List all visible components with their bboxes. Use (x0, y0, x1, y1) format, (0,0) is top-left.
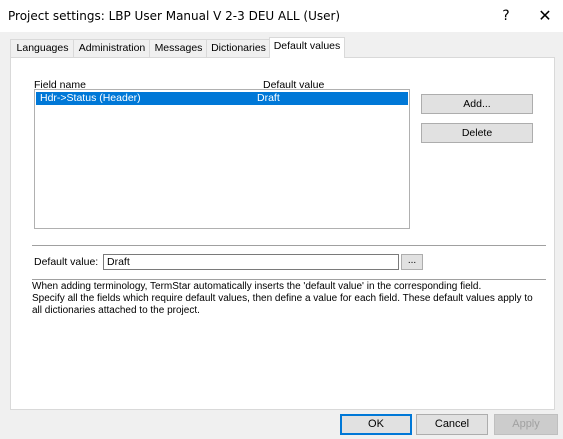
add-button[interactable]: Add... (421, 94, 533, 114)
project-settings-dialog: Project settings: LBP User Manual V 2-3 … (0, 0, 563, 439)
help-button[interactable]: ? (488, 0, 524, 32)
field-list[interactable]: Hdr->Status (Header) Draft (34, 89, 410, 229)
cancel-button[interactable]: Cancel (416, 414, 488, 435)
tab-default-values[interactable]: Default values (269, 37, 345, 58)
description-line: Specify all the fields which require def… (32, 293, 533, 316)
tab-languages[interactable]: Languages (10, 39, 75, 57)
default-values-panel: Field name Default value Hdr->Status (He… (10, 57, 555, 410)
tab-messages[interactable]: Messages (149, 39, 208, 57)
divider (32, 245, 546, 246)
list-item-value: Draft (257, 92, 280, 104)
list-item[interactable]: Hdr->Status (Header) Draft (36, 92, 408, 105)
default-value-field[interactable]: Draft (103, 254, 399, 270)
default-value-label: Default value: (34, 256, 99, 268)
description-line: When adding terminology, TermStar automa… (32, 281, 482, 292)
browse-button[interactable]: ... (401, 254, 423, 270)
apply-button[interactable]: Apply (494, 414, 558, 435)
list-item-field: Hdr->Status (Header) (40, 92, 141, 104)
description-text: When adding terminology, TermStar automa… (32, 281, 544, 385)
tab-administration[interactable]: Administration (73, 39, 151, 57)
title-bar: Project settings: LBP User Manual V 2-3 … (0, 0, 563, 32)
ok-button[interactable]: OK (340, 414, 412, 435)
divider (32, 279, 546, 280)
close-button[interactable]: ✕ (527, 0, 563, 32)
delete-button[interactable]: Delete (421, 123, 533, 143)
window-title: Project settings: LBP User Manual V 2-3 … (8, 9, 341, 23)
tab-dictionaries[interactable]: Dictionaries (206, 39, 271, 57)
